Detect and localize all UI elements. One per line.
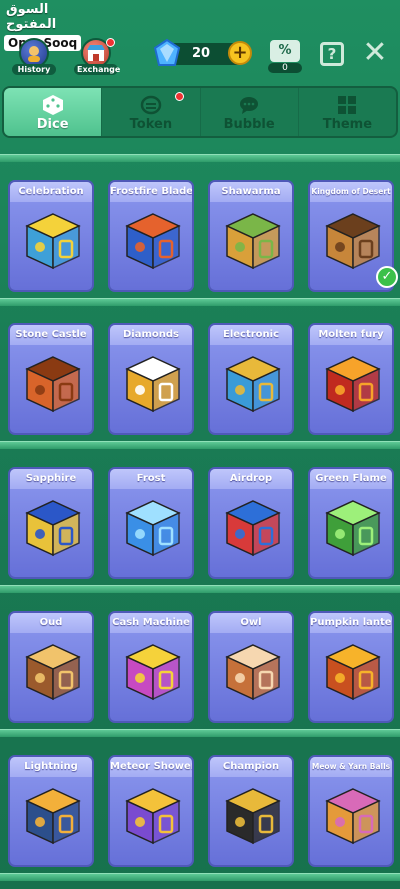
watermark-arabic: السوق المفتوح [6, 2, 57, 32]
dice-cube-icon [125, 787, 181, 849]
dice-card-name: Lightning [10, 757, 92, 777]
gem-icon [152, 38, 182, 72]
dice-card[interactable]: Cash Machine [108, 611, 194, 723]
dice-card[interactable]: Sapphire [8, 467, 94, 579]
dice-card-name: Oud [10, 613, 92, 633]
token-notification-dot [174, 92, 184, 101]
dice-card-name: Celebration [10, 182, 92, 202]
dice-cube-icon [325, 212, 381, 274]
dice-cube-icon [225, 787, 281, 849]
gem-count: 20 [192, 46, 211, 61]
dice-card-name: Airdrop [210, 469, 292, 489]
dice-card[interactable]: Frost [108, 467, 194, 579]
dice-cube-icon [25, 643, 81, 705]
dice-cube-icon [325, 355, 381, 417]
dice-card[interactable]: Lightning [8, 755, 94, 867]
dice-card[interactable]: Owl [208, 611, 294, 723]
dice-card-name: Frost [110, 469, 192, 489]
dice-card[interactable]: Green Flame [308, 467, 394, 579]
dice-card-name: Diamonds [110, 325, 192, 345]
tab-token-label: Token [129, 117, 173, 132]
exchange-button[interactable]: Exchange [74, 38, 120, 75]
dice-card[interactable]: Kingdom of Desert ✓ [308, 180, 398, 292]
dice-card[interactable]: Electronic [208, 323, 294, 435]
help-button[interactable]: ? [320, 42, 344, 66]
token-icon [102, 93, 199, 117]
dice-card[interactable]: Molten fury [308, 323, 394, 435]
dice-cube-icon [125, 643, 181, 705]
dice-card[interactable]: Airdrop [208, 467, 294, 579]
dice-card-name: Champion [210, 757, 292, 777]
tab-dice[interactable]: Dice [4, 88, 103, 136]
selected-check-icon: ✓ [376, 266, 398, 288]
shelf-divider [0, 298, 400, 306]
dice-card-name: Green Flame [310, 469, 392, 489]
discount-button[interactable]: % 0 [268, 40, 302, 73]
dice-cube-icon [25, 787, 81, 849]
shelf-divider [0, 441, 400, 449]
theme-grid-icon [299, 93, 396, 117]
dice-cube-icon [25, 499, 81, 561]
dice-icon [4, 93, 101, 117]
tab-bubble[interactable]: Bubble [201, 88, 299, 136]
dice-cube-icon [225, 355, 281, 417]
dice-card[interactable]: Frostfire Blade [108, 180, 194, 292]
add-gems-button[interactable]: + [228, 41, 252, 65]
gem-counter: 20 + [153, 38, 252, 66]
dice-cube-icon [125, 355, 181, 417]
dice-card[interactable]: Shawarma [208, 180, 294, 292]
dice-card-name: Molten fury [310, 325, 392, 345]
dice-cube-icon [125, 212, 181, 274]
dice-card-name: Kingdom of Desert [310, 182, 392, 202]
exchange-label: Exchange [74, 64, 120, 75]
dice-card[interactable]: Champion [208, 755, 294, 867]
dice-card-name: Electronic [210, 325, 292, 345]
dice-card-name: Stone Castle [10, 325, 92, 345]
dice-card[interactable]: Diamonds [108, 323, 194, 435]
chat-bubble-icon [201, 93, 298, 117]
dice-cube-icon [325, 499, 381, 561]
top-bar: السوق المفتوح OpenSooq History Exchange … [0, 0, 400, 82]
dice-card[interactable]: Meow & Yarn Balls [308, 755, 394, 867]
discount-count: 0 [268, 63, 302, 73]
dice-card[interactable]: Celebration [8, 180, 94, 292]
dice-card-name: Sapphire [10, 469, 92, 489]
history-label: History [12, 64, 56, 75]
dice-card[interactable]: Stone Castle [8, 323, 94, 435]
dice-card[interactable]: Oud [8, 611, 94, 723]
shelf-divider [0, 154, 400, 162]
dice-card-name: Pumpkin lantern [310, 613, 392, 633]
shelf-divider [0, 585, 400, 593]
dice-card[interactable]: Meteor Shower [108, 755, 194, 867]
tab-bubble-label: Bubble [223, 117, 275, 132]
dice-cube-icon [25, 212, 81, 274]
dice-cube-icon [225, 499, 281, 561]
dice-card-name: Frostfire Blade [110, 182, 192, 202]
tab-theme-label: Theme [322, 117, 373, 132]
discount-icon: % [270, 40, 300, 62]
shelf-divider [0, 873, 400, 881]
dice-card-name: Meteor Shower [110, 757, 192, 777]
dice-cube-icon [325, 787, 381, 849]
tab-theme[interactable]: Theme [299, 88, 396, 136]
history-button[interactable]: History [12, 38, 56, 75]
shelf-divider [0, 729, 400, 737]
dice-cube-icon [325, 643, 381, 705]
dice-card[interactable]: Pumpkin lantern [308, 611, 394, 723]
category-tabs: Dice Token Bubble Theme [2, 86, 398, 138]
dice-card-name: Meow & Yarn Balls [310, 757, 392, 777]
dice-cube-icon [25, 355, 81, 417]
tab-token[interactable]: Token [102, 88, 201, 136]
dice-cube-icon [225, 212, 281, 274]
exchange-notification-dot [106, 38, 115, 47]
dice-cube-icon [225, 643, 281, 705]
close-button[interactable]: ✕ [360, 38, 390, 68]
dice-card-name: Owl [210, 613, 292, 633]
dice-cube-icon [125, 499, 181, 561]
tab-dice-label: Dice [36, 117, 69, 132]
dice-card-name: Shawarma [210, 182, 292, 202]
dice-card-name: Cash Machine [110, 613, 192, 633]
